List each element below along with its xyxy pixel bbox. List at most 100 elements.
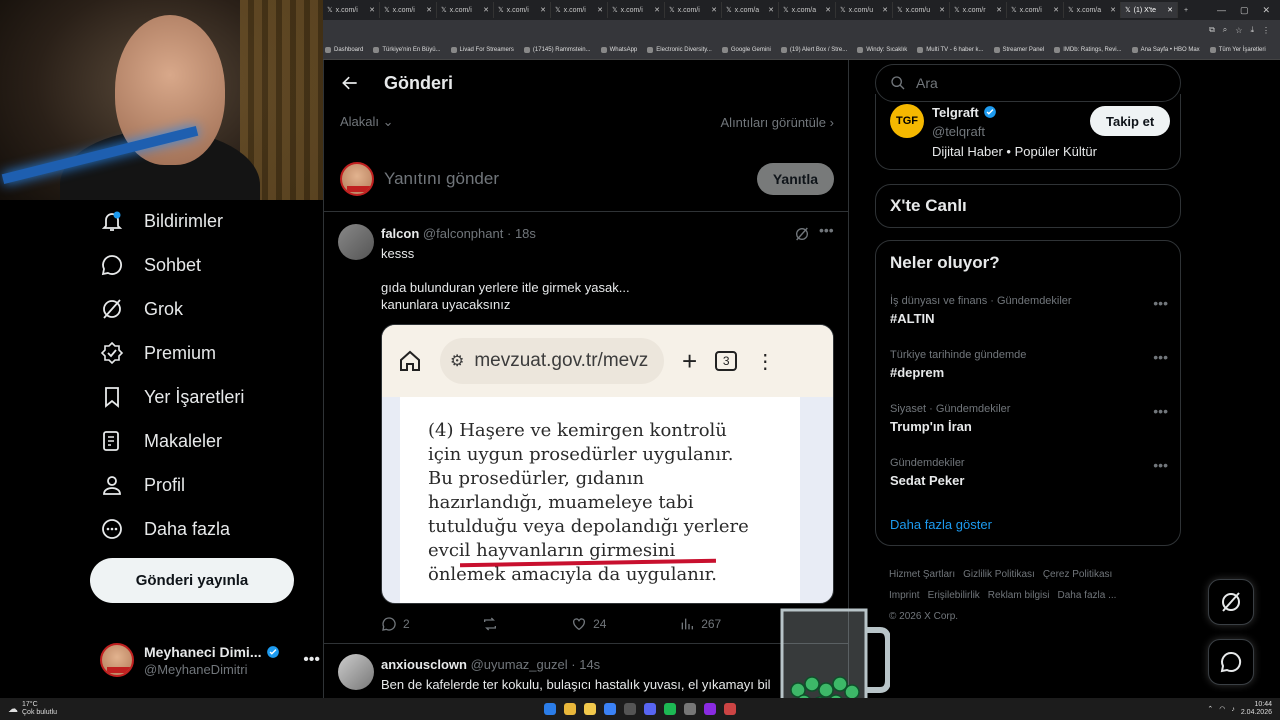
trend-item[interactable]: Gündemdekiler Sedat Peker ••• xyxy=(890,457,1168,488)
maximize-icon[interactable]: ▢ xyxy=(1240,5,1249,16)
nav-premium[interactable]: Premium xyxy=(100,338,216,368)
bookmark-item[interactable]: Multi TV - 6 haber k... xyxy=(917,46,984,53)
footer-link[interactable]: Reklam bilgisi xyxy=(988,590,1050,601)
bookmark-item[interactable]: Tüm Yer İşaretleri xyxy=(1209,46,1266,53)
like-action[interactable]: 24 xyxy=(571,616,606,632)
browser-tab[interactable]: 𝕏x.com/i ✕ xyxy=(494,2,551,18)
browser-tab[interactable]: 𝕏x.com/i ✕ xyxy=(608,2,665,18)
account-switcher[interactable]: Meyhaneci Dimi... @MeyhaneDimitri ••• xyxy=(100,635,320,685)
star-icon[interactable]: ☆ xyxy=(1235,26,1242,35)
browser-tab[interactable]: 𝕏x.com/a ✕ xyxy=(722,2,779,18)
bookmark-item[interactable]: (19) Alert Box / Stre... xyxy=(780,46,847,53)
browser-tab[interactable]: 𝕏x.com/i ✕ xyxy=(551,2,608,18)
close-tab-icon[interactable]: ✕ xyxy=(540,6,546,14)
reply-input[interactable]: Yanıtını gönder xyxy=(384,169,747,189)
volume-icon[interactable]: ♪ xyxy=(1231,706,1235,713)
windows-start-icon[interactable] xyxy=(544,703,556,715)
tweet-avatar[interactable] xyxy=(338,224,374,260)
browser-tab[interactable]: 𝕏x.com/u ✕ xyxy=(836,2,893,18)
show-more-link[interactable]: Daha fazla göster xyxy=(890,517,992,532)
footer-link[interactable]: Çerez Politikası xyxy=(1043,569,1112,580)
bookmark-item[interactable]: Livad For Streamers xyxy=(450,46,514,53)
tweet-time[interactable]: 18s xyxy=(515,226,536,241)
nav-bookmarks[interactable]: Yer İşaretleri xyxy=(100,382,244,412)
app-icon[interactable] xyxy=(604,703,616,715)
close-tab-icon[interactable]: ✕ xyxy=(768,6,774,14)
nav-profile[interactable]: Profil xyxy=(100,470,185,500)
bookmark-item[interactable]: Electronic Diversity... xyxy=(647,46,712,53)
tweet-author-name[interactable]: falcon xyxy=(381,226,419,241)
browser-tab[interactable]: 𝕏x.com/r ✕ xyxy=(950,2,1007,18)
bookmark-item[interactable]: IMDb: Ratings, Revi... xyxy=(1054,46,1122,53)
close-tab-icon[interactable]: ✕ xyxy=(711,6,717,14)
tray-chevron-icon[interactable]: ⌃ xyxy=(1207,705,1213,713)
repost-action[interactable] xyxy=(482,616,498,632)
views-action[interactable]: 267 xyxy=(679,616,721,632)
trend-more-icon[interactable]: ••• xyxy=(1153,403,1168,419)
follow-button[interactable]: Takip et xyxy=(1090,106,1171,136)
close-tab-icon[interactable]: ✕ xyxy=(369,6,375,14)
nav-more[interactable]: Daha fazla xyxy=(100,514,230,544)
messages-fab[interactable] xyxy=(1208,639,1254,685)
close-tab-icon[interactable]: ✕ xyxy=(426,6,432,14)
back-arrow-icon[interactable] xyxy=(340,73,360,93)
footer-link[interactable]: Hizmet Şartları xyxy=(889,569,955,580)
app-icon[interactable] xyxy=(704,703,716,715)
nav-articles[interactable]: Makaleler xyxy=(100,426,222,456)
close-tab-icon[interactable]: ✕ xyxy=(1110,6,1116,14)
nav-notifications[interactable]: Bildirimler xyxy=(100,206,223,236)
bookmark-item[interactable]: WhatsApp xyxy=(600,46,637,53)
browser-tab[interactable]: 𝕏x.com/u ✕ xyxy=(893,2,950,18)
account-more-icon[interactable]: ••• xyxy=(303,651,320,669)
grok-fab[interactable] xyxy=(1208,579,1254,625)
menu-icon[interactable]: ⋮ xyxy=(1262,26,1270,35)
live-on-x-card[interactable]: X'te Canlı xyxy=(875,184,1181,228)
extensions-icon[interactable]: ⧉ xyxy=(1209,25,1215,35)
bookmark-item[interactable]: Türkiye'nin En Büyü... xyxy=(373,46,441,53)
footer-link[interactable]: © 2026 X Corp. xyxy=(889,611,958,622)
tweet-avatar[interactable] xyxy=(338,654,374,690)
app-icon[interactable] xyxy=(684,703,696,715)
post-button[interactable]: Gönderi yayınla xyxy=(90,558,294,603)
trend-more-icon[interactable]: ••• xyxy=(1153,349,1168,365)
browser-tab[interactable]: 𝕏x.com/i ✕ xyxy=(1007,2,1064,18)
minimize-icon[interactable]: — xyxy=(1217,5,1226,16)
footer-link[interactable]: Gizlilik Politikası xyxy=(963,569,1035,580)
reply-action[interactable]: 2 xyxy=(381,616,410,632)
close-tab-icon[interactable]: ✕ xyxy=(654,6,660,14)
bookmark-item[interactable]: Streamer Panel xyxy=(993,46,1044,53)
trend-item[interactable]: Siyaset · Gündemdekiler Trump'ın İran ••… xyxy=(890,403,1168,434)
spotify-icon[interactable] xyxy=(664,703,676,715)
close-tab-icon[interactable]: ✕ xyxy=(882,6,888,14)
tweet-author-handle[interactable]: @falconphant xyxy=(423,226,503,241)
footer-link[interactable]: Daha fazla ... xyxy=(1057,590,1116,601)
bookmark-item[interactable]: (17145) Rammstein... xyxy=(523,46,591,53)
close-tab-icon[interactable]: ✕ xyxy=(597,6,603,14)
footer-link[interactable]: Imprint xyxy=(889,590,920,601)
steam-icon[interactable] xyxy=(624,703,636,715)
tweet-more-icon[interactable]: ••• xyxy=(819,222,834,238)
browser-tab[interactable]: 𝕏x.com/i ✕ xyxy=(665,2,722,18)
tweet-image[interactable]: ⚙ mevzuat.gov.tr/mevz + 3 ⋮ (4) Haşere v… xyxy=(381,324,834,604)
close-tab-icon[interactable]: ✕ xyxy=(1053,6,1059,14)
app-icon[interactable] xyxy=(724,703,736,715)
browser-tab[interactable]: 𝕏x.com/a ✕ xyxy=(1064,2,1121,18)
wifi-icon[interactable]: ◠ xyxy=(1219,705,1225,713)
close-tab-icon[interactable]: ✕ xyxy=(996,6,1002,14)
browser-tab[interactable]: 𝕏x.com/i ✕ xyxy=(380,2,437,18)
weather-widget[interactable]: ☁ 17°C Çok bulutlu xyxy=(0,701,200,717)
discord-icon[interactable] xyxy=(644,703,656,715)
tweet-time[interactable]: 14s xyxy=(579,657,600,672)
close-tab-icon[interactable]: ✕ xyxy=(1167,6,1173,14)
nav-chat[interactable]: Sohbet xyxy=(100,250,201,280)
browser-tab[interactable]: 𝕏x.com/i ✕ xyxy=(323,2,380,18)
browser-tab[interactable]: 𝕏 (1) X'te ✕ xyxy=(1121,2,1178,18)
grok-explain-icon[interactable] xyxy=(794,226,810,242)
trend-more-icon[interactable]: ••• xyxy=(1153,457,1168,473)
nav-grok[interactable]: Grok xyxy=(100,294,183,324)
new-tab-icon[interactable]: + xyxy=(1178,7,1194,14)
close-window-icon[interactable]: ✕ xyxy=(1262,5,1270,16)
tweet-author-handle[interactable]: @uyumaz_guzel xyxy=(471,657,568,672)
close-tab-icon[interactable]: ✕ xyxy=(939,6,945,14)
view-quotes-link[interactable]: Alıntıları görüntüle › xyxy=(721,115,834,130)
